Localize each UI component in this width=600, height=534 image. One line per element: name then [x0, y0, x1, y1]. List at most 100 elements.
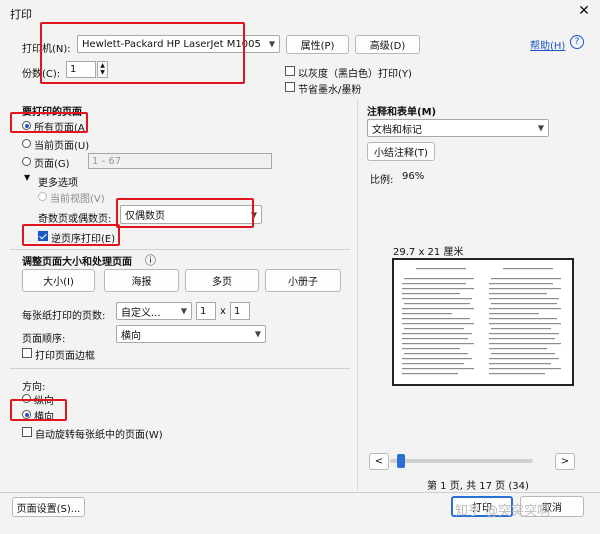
preview-right-text-line: [489, 283, 553, 285]
title-bar: [0, 0, 600, 28]
preview-left-text-line: [402, 333, 472, 335]
page-status: 第 1 页, 共 17 页 (34): [427, 481, 529, 492]
multiple-pages-button[interactable]: 多页: [185, 269, 259, 292]
preview-right-text-line: [489, 323, 561, 325]
properties-button[interactable]: 属性(P): [286, 35, 349, 54]
preview-right-text-line: [489, 313, 539, 315]
preview-scrollbar[interactable]: [390, 459, 533, 463]
expand-triangle-icon[interactable]: ▼: [24, 173, 30, 182]
save-ink-checkbox[interactable]: [285, 82, 295, 92]
preview-scroll-thumb[interactable]: [397, 454, 406, 468]
printer-select-value: Hewlett-Packard HP LaserJet M1005: [82, 38, 261, 50]
panel-separator: [357, 100, 358, 490]
preview-page-content: [402, 268, 561, 375]
chevron-down-icon: ▼: [254, 329, 261, 339]
preview-left-text-line: [402, 288, 474, 290]
copies-stepper[interactable]: ▲ ▼: [97, 61, 108, 78]
odd-even-value: 仅偶数页: [125, 211, 165, 222]
printer-label: 打印机(N):: [22, 44, 71, 55]
size-button[interactable]: 大小(I): [22, 269, 95, 292]
preview-right-text-line: [489, 373, 545, 375]
comments-heading: 注释和表单(M): [367, 107, 437, 118]
copies-label: 份数(C):: [22, 69, 61, 80]
next-page-button[interactable]: >: [555, 453, 575, 470]
current-page-label: 当前页面(U): [34, 141, 90, 152]
help-link[interactable]: 帮助(H): [530, 37, 565, 52]
page-range-radio[interactable]: [22, 157, 31, 166]
poster-button[interactable]: 海报: [104, 269, 179, 292]
preview-right-text-line: [489, 348, 547, 350]
preview-right-text-line: [489, 343, 561, 345]
preview-right-text-line: [491, 278, 561, 280]
per-sheet-y-input[interactable]: 1: [230, 302, 250, 320]
comments-value: 文档和标记: [372, 124, 422, 136]
per-sheet-label: 每张纸打印的页数:: [22, 311, 106, 322]
preview-left-text-line: [402, 323, 474, 325]
paper-size-label: 29.7 x 21 厘米: [393, 247, 464, 258]
chevron-down-icon: ▼: [537, 123, 544, 133]
summarize-comments-button[interactable]: 小结注释(T): [367, 142, 435, 161]
preview-left-text-line: [402, 283, 466, 285]
reverse-order-label: 逆页序打印(E): [51, 234, 116, 245]
preview-right-text-line: [489, 368, 561, 370]
prev-page-button[interactable]: <: [369, 453, 389, 470]
printer-select[interactable]: Hewlett-Packard HP LaserJet M1005 ▼: [77, 35, 280, 53]
grayscale-label: 以灰度（黑白色）打印(Y): [298, 69, 412, 80]
current-page-radio[interactable]: [22, 139, 31, 148]
more-options-label[interactable]: 更多选项: [38, 174, 78, 189]
odd-even-select[interactable]: 仅偶数页 ▼: [120, 205, 262, 224]
page-setup-button[interactable]: 页面设置(S)...: [12, 497, 85, 517]
preview-right-text-line: [489, 338, 555, 340]
chevron-down-icon: ▼: [180, 306, 187, 316]
comments-select[interactable]: 文档和标记 ▼: [367, 119, 549, 137]
page-border-label: 打印页面边框: [35, 351, 95, 362]
close-icon[interactable]: ✕: [575, 3, 593, 19]
preview-right-text-line: [489, 298, 559, 300]
reverse-order-checkbox[interactable]: [38, 231, 48, 241]
landscape-radio[interactable]: [22, 410, 31, 419]
current-view-radio[interactable]: [38, 192, 47, 201]
sizing-heading: 调整页面大小和处理页面: [22, 257, 132, 268]
all-pages-radio[interactable]: [22, 121, 31, 130]
portrait-radio[interactable]: [22, 394, 31, 403]
page-border-checkbox[interactable]: [22, 348, 32, 358]
watermark: 知乎 @突突突啊: [455, 504, 551, 519]
page-range-input[interactable]: 1 - 67: [88, 153, 272, 169]
booklet-button[interactable]: 小册子: [265, 269, 341, 292]
preview-left-text-line: [404, 353, 468, 355]
preview-left-text-line: [402, 368, 474, 370]
scale-label: 比例:: [370, 175, 394, 186]
preview-left-title-line: [416, 268, 466, 270]
all-pages-label: 所有页面(A): [34, 123, 89, 134]
portrait-label: 纵向: [34, 396, 54, 407]
save-ink-label: 节省墨水/墨粉: [298, 85, 362, 96]
odd-even-label: 奇数页或偶数页:: [38, 214, 112, 225]
preview-left-text-line: [402, 338, 468, 340]
per-sheet-select[interactable]: 自定义... ▼: [116, 302, 192, 320]
preview-left-text-line: [402, 298, 472, 300]
advanced-button[interactable]: 高级(D): [355, 35, 420, 54]
auto-rotate-label: 自动旋转每张纸中的页面(W): [35, 430, 163, 441]
preview-left-text-line: [402, 358, 472, 360]
pages-heading: 要打印的页面: [22, 107, 82, 118]
auto-rotate-checkbox[interactable]: [22, 427, 32, 437]
grayscale-checkbox[interactable]: [285, 66, 295, 76]
current-view-label: 当前视图(V): [50, 194, 105, 205]
orientation-heading: 方向:: [22, 382, 46, 393]
preview-left-text-line: [402, 293, 460, 295]
preview-left-text-line: [402, 363, 464, 365]
chevron-down-icon: ▼: [268, 39, 275, 49]
preview-left-text-line: [402, 308, 474, 310]
footer-divider: [0, 492, 600, 493]
copies-input[interactable]: 1: [66, 61, 96, 78]
preview-right-text-line: [489, 333, 559, 335]
page-order-select[interactable]: 横向 ▼: [116, 325, 266, 343]
per-sheet-x-input[interactable]: 1: [196, 302, 216, 320]
preview-right-text-line: [489, 288, 561, 290]
preview-right-title-line: [503, 268, 553, 270]
info-icon[interactable]: ⓘ: [145, 252, 156, 268]
preview-right-text-line: [489, 358, 559, 360]
preview-right-text-line: [489, 308, 561, 310]
help-icon[interactable]: ?: [570, 35, 584, 49]
preview-right-text-line: [489, 363, 551, 365]
